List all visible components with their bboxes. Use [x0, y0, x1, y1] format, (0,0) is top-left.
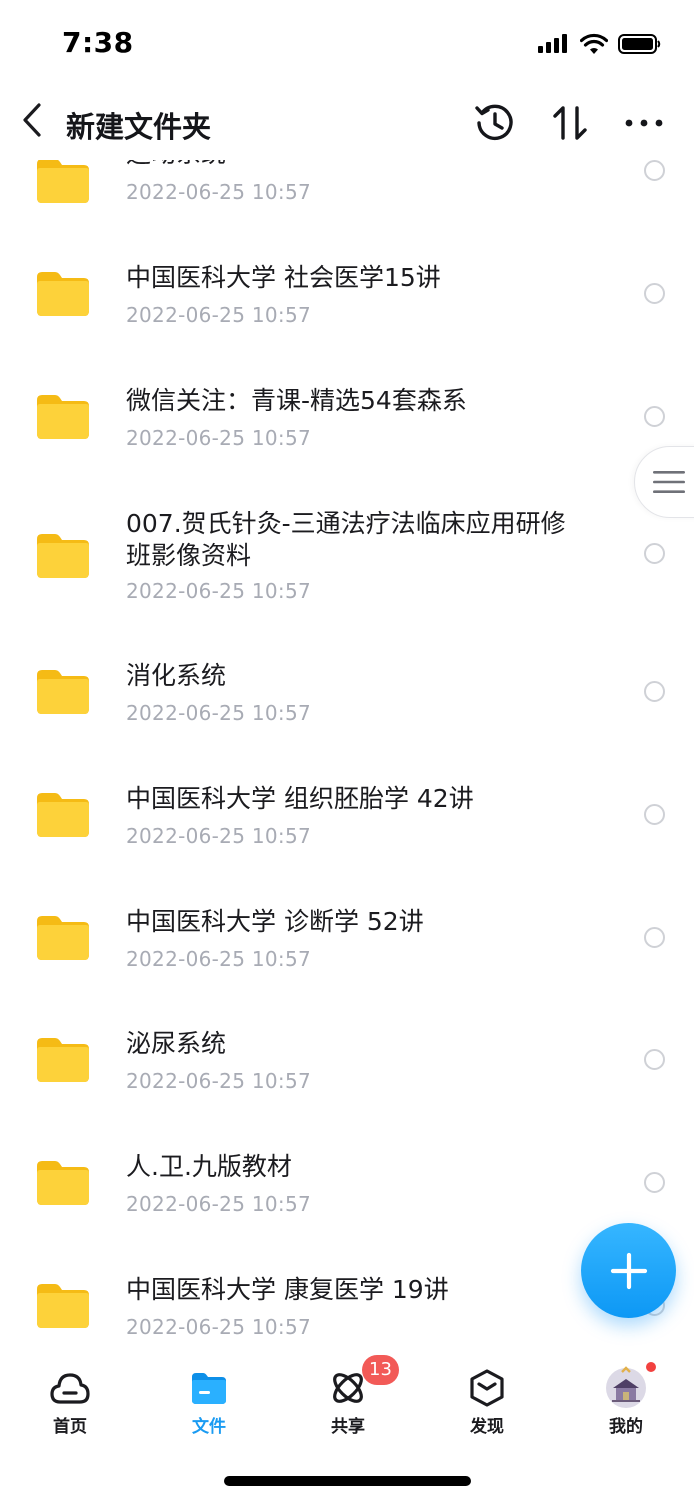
folder-date: 2022-06-25 10:57 — [126, 303, 312, 327]
notification-dot — [644, 1360, 658, 1374]
status-icons — [538, 30, 662, 58]
tab-files[interactable]: 文件 — [159, 1364, 259, 1448]
folder-name: 人.卫.九版教材 — [126, 1152, 292, 1181]
folder-row[interactable]: 消化系统 2022-06-25 10:57 — [0, 643, 694, 743]
tab-home[interactable]: 首页 — [20, 1364, 120, 1448]
folder-name: 中国医科大学 康复医学 19讲 — [126, 1275, 449, 1304]
folder-row[interactable]: 中国医科大学 诊断学 52讲 2022-06-25 10:57 — [0, 889, 694, 989]
tab-label: 文件 — [192, 1417, 226, 1437]
file-list: 运动系统 2022-06-25 10:57 中国医科大学 社会医学15讲 202… — [0, 0, 694, 1350]
select-radio[interactable] — [644, 804, 665, 825]
folder-icon — [37, 1038, 89, 1082]
folder-name: 泌尿系统 — [126, 1029, 227, 1058]
folder-date: 2022-06-25 10:57 — [126, 1315, 312, 1339]
history-button[interactable] — [470, 98, 520, 148]
home-indicator — [224, 1476, 471, 1486]
folder-icon — [37, 159, 89, 203]
folder-date: 2022-06-25 10:57 — [126, 579, 312, 603]
folder-name: 微信关注：青课-精选54套森系 — [126, 386, 467, 415]
cellular-signal-icon — [538, 34, 567, 53]
folder-icon — [37, 793, 89, 837]
select-radio[interactable] — [644, 160, 665, 181]
battery-icon — [618, 34, 661, 54]
folder-icon — [37, 1284, 89, 1328]
tab-label: 我的 — [609, 1417, 643, 1437]
folder-row[interactable]: 中国医科大学 社会医学15讲 2022-06-25 10:57 — [0, 245, 694, 345]
menu-lines-icon — [653, 471, 685, 493]
discover-cube-icon — [465, 1366, 509, 1410]
status-time: 7:38 — [62, 26, 134, 59]
select-radio[interactable] — [644, 406, 665, 427]
folder-icon — [37, 670, 89, 714]
folder-date: 2022-06-25 10:57 — [126, 426, 312, 450]
folder-date: 2022-06-25 10:57 — [126, 824, 312, 848]
folder-icon — [187, 1366, 231, 1410]
folder-name: 中国医科大学 诊断学 52讲 — [126, 907, 424, 936]
share-badge: 13 — [362, 1355, 399, 1385]
select-radio[interactable] — [644, 1172, 665, 1193]
folder-icon — [37, 272, 89, 316]
more-dots-icon — [625, 119, 663, 127]
tab-me[interactable]: 我的 — [576, 1364, 676, 1448]
folder-name: 中国医科大学 社会医学15讲 — [126, 263, 441, 292]
more-button[interactable] — [619, 98, 669, 148]
select-radio[interactable] — [644, 681, 665, 702]
add-button[interactable] — [581, 1223, 676, 1318]
folder-date: 2022-06-25 10:57 — [126, 1069, 312, 1093]
folder-name: 消化系统 — [126, 661, 227, 690]
tab-label: 发现 — [470, 1417, 504, 1437]
wifi-icon — [580, 33, 608, 54]
tab-label: 首页 — [53, 1417, 87, 1437]
folder-row[interactable]: 007.贺氏针灸-三通法疗法临床应用研修班影像资料 2022-06-25 10:… — [0, 505, 694, 615]
plus-icon — [610, 1252, 647, 1289]
status-bar: 7:38 — [0, 0, 694, 88]
select-radio[interactable] — [644, 927, 665, 948]
history-icon — [475, 104, 513, 141]
select-radio[interactable] — [644, 283, 665, 304]
folder-row[interactable]: 人.卫.九版教材 2022-06-25 10:57 — [0, 1134, 694, 1234]
folder-row[interactable]: 中国医科大学 组织胚胎学 42讲 2022-06-25 10:57 — [0, 766, 694, 866]
folder-icon — [37, 395, 89, 439]
chevron-left-icon — [23, 103, 41, 137]
back-button[interactable] — [14, 98, 50, 142]
page-title: 新建文件夹 — [66, 110, 212, 144]
select-radio[interactable] — [644, 1049, 665, 1070]
sort-button[interactable] — [545, 98, 595, 148]
folder-icon — [37, 1161, 89, 1205]
folder-date: 2022-06-25 10:57 — [126, 1192, 312, 1216]
folder-icon — [37, 916, 89, 960]
nav-bar: 新建文件夹 — [0, 88, 694, 160]
folder-date: 2022-06-25 10:57 — [126, 701, 312, 725]
folder-date: 2022-06-25 10:57 — [126, 947, 312, 971]
folder-name: 007.贺氏针灸-三通法疗法临床应用研修班影像资料 — [126, 509, 566, 570]
folder-icon — [37, 534, 89, 578]
folder-date: 2022-06-25 10:57 — [126, 180, 312, 204]
select-radio[interactable] — [644, 543, 665, 564]
folder-name: 中国医科大学 组织胚胎学 42讲 — [126, 784, 474, 813]
cloud-home-icon — [48, 1366, 92, 1410]
folder-row[interactable]: 泌尿系统 2022-06-25 10:57 — [0, 1011, 694, 1111]
tab-discover[interactable]: 发现 — [437, 1364, 537, 1448]
tab-label: 共享 — [331, 1417, 365, 1437]
avatar — [604, 1366, 648, 1410]
folder-row[interactable]: 微信关注：青课-精选54套森系 2022-06-25 10:57 — [0, 368, 694, 468]
sort-icon — [553, 106, 587, 140]
